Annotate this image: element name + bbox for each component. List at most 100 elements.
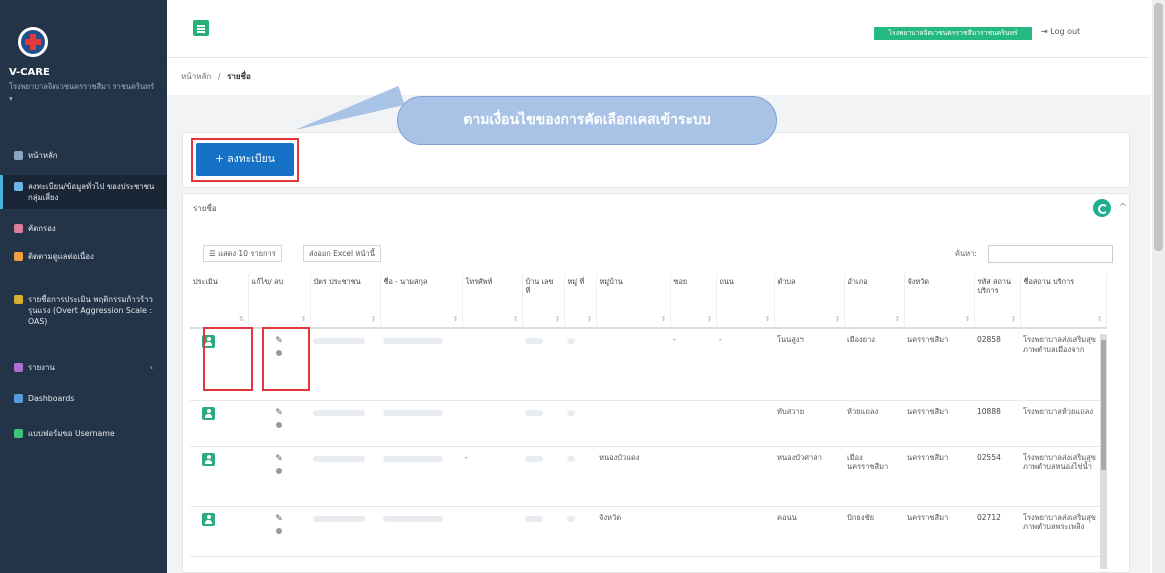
col-header[interactable]: ถนน ↕	[716, 273, 775, 329]
sidebar-item-label: รายงาน	[28, 363, 55, 372]
edit-icon[interactable]: ✎	[251, 407, 307, 419]
view-icon[interactable]	[276, 421, 282, 428]
col-header[interactable]: รหัส สถาน บริการ ↕	[974, 273, 1021, 329]
hospital-name[interactable]: โรงพยาบาลจิตเวชนครราชสีมา ราชนครินทร์ ▾	[9, 81, 159, 105]
oas-icon	[14, 295, 23, 304]
redacted-name	[383, 455, 443, 462]
col-header[interactable]: ชื่อสถาน บริการ ↕	[1020, 273, 1107, 329]
col-header[interactable]: ซอย ↕	[670, 273, 717, 329]
logout-link[interactable]: ⇥ Log out	[1041, 27, 1080, 36]
redacted-name	[383, 338, 443, 344]
village-cell	[596, 400, 670, 447]
export-excel-button[interactable]: ส่งออก Excel หน้านี้	[303, 245, 381, 262]
sidebar-item-reports[interactable]: รายงาน ‹	[0, 362, 167, 373]
amphoe-cell: เมืองนครราชสีมา	[844, 446, 904, 507]
breadcrumb-home[interactable]: หน้าหลัก	[181, 72, 211, 81]
show-entries-button[interactable]: ☰ แสดง 10 รายการ	[203, 245, 282, 262]
tambon-cell: โนนสูงฯ	[774, 328, 844, 401]
soi-cell	[670, 400, 716, 447]
moo-cell	[564, 506, 596, 557]
assess-cell	[190, 446, 248, 507]
search-label: ค้นหา:	[955, 249, 977, 258]
table-row: ✎ - หนองบัวแดง หนองบัวศาลา เมืองนครราชสีมา นค…	[190, 446, 1106, 507]
province-cell: นครราชสีมา	[904, 506, 974, 557]
redacted-moo	[567, 338, 575, 344]
list-card-title: รายชื่อ	[193, 204, 217, 213]
redacted-moo	[567, 455, 575, 462]
soi-cell: -	[670, 328, 716, 401]
redacted-moo	[567, 409, 575, 416]
fullname-cell	[380, 446, 462, 507]
table-scrollbar-thumb[interactable]	[1101, 340, 1106, 470]
edit-cell: ✎	[248, 446, 310, 507]
sidebar-item-followup[interactable]: ติดตามดูแลต่อเนื่อง	[0, 251, 167, 262]
soi-cell	[670, 446, 716, 507]
assess-column-highlight	[203, 327, 253, 391]
fullname-cell	[380, 506, 462, 557]
assess-cell	[190, 506, 248, 557]
edit-icon[interactable]: ✎	[251, 453, 307, 465]
sidebar-item-dashboards[interactable]: Dashboards	[0, 393, 167, 404]
col-header[interactable]: หมู่ ที่ ↕	[564, 273, 597, 329]
id-card-cell	[310, 400, 380, 447]
soi-cell	[670, 506, 716, 557]
col-header[interactable]: ประเมิน ⇅	[190, 273, 249, 329]
table-row: ✎ ทับสวาย ห้วยแถลง นครราชสีมา 10888 โรงพยาบาล…	[190, 400, 1106, 447]
col-header[interactable]: ชื่อ - นามสกุล ↕	[380, 273, 463, 329]
hospital-button[interactable]: โรงพยาบาลจิตเวชนครราชสีมาราชนครินทร์	[874, 27, 1032, 40]
edit-cell: ✎	[248, 400, 310, 447]
data-table: ประเมิน ⇅ แก้ไข/ ลบ ↕ บัตร ประชาชน ↕ ชื่อ -…	[190, 273, 1107, 557]
fullname-cell	[380, 400, 462, 447]
house-no-cell	[522, 506, 564, 557]
assess-cell	[190, 400, 248, 447]
edit-column-highlight	[262, 327, 310, 391]
register-highlight	[191, 138, 299, 182]
amphoe-cell: ห้วยแถลง	[844, 400, 904, 447]
col-header[interactable]: บ้าน เลข ที่ ↕	[522, 273, 565, 329]
village-cell	[596, 328, 670, 401]
col-header[interactable]: จังหวัด ↕	[904, 273, 975, 329]
province-cell: นครราชสีมา	[904, 400, 974, 447]
sidebar-item-screening[interactable]: คัดกรอง	[0, 223, 167, 234]
form-icon	[14, 429, 23, 438]
sidebar-item-label: หน้าหลัก	[28, 151, 58, 160]
redacted-id	[313, 515, 365, 522]
view-icon[interactable]	[276, 527, 282, 534]
collapse-icon[interactable]: ^	[1118, 201, 1127, 214]
view-icon[interactable]	[276, 467, 282, 474]
page-scrollbar-thumb[interactable]	[1154, 3, 1163, 251]
col-header[interactable]: แก้ไข/ ลบ ↕	[248, 273, 311, 329]
v-care-logo[interactable]	[18, 27, 48, 57]
tambon-cell: ทับสวาย	[774, 400, 844, 447]
assess-icon[interactable]	[202, 512, 215, 526]
phone-cell	[462, 506, 522, 557]
redacted-house-no	[525, 338, 543, 344]
search-input[interactable]	[988, 245, 1113, 263]
menu-toggle-button[interactable]	[193, 20, 209, 36]
road-cell	[716, 400, 774, 447]
moo-cell	[564, 446, 596, 507]
col-header[interactable]: อำเภอ ↕	[844, 273, 905, 329]
assess-icon[interactable]	[202, 406, 215, 420]
redacted-house-no	[525, 515, 543, 522]
sidebar-item-home[interactable]: หน้าหลัก	[0, 150, 167, 161]
sidebar-item-oas[interactable]: รายชื่อการประเมิน พฤติกรรมก้าวร้าวรุนแรง…	[0, 294, 160, 327]
col-header[interactable]: ตำบล ↕	[774, 273, 845, 329]
col-header[interactable]: โทรศัพท์ ↕	[462, 273, 523, 329]
refresh-icon[interactable]	[1093, 199, 1111, 217]
assess-icon[interactable]	[202, 452, 215, 466]
service-cell: โรงพยาบาลส่งเสริมสุขภาพตำบลเมืองจาก	[1020, 328, 1106, 401]
col-header[interactable]: บัตร ประชาชน ↕	[310, 273, 381, 329]
amphoe-cell: ปักธงชัย	[844, 506, 904, 557]
tambon-cell: หนองบัวศาลา	[774, 446, 844, 507]
edit-cell: ✎	[248, 506, 310, 557]
col-header[interactable]: หมู่บ้าน ↕	[596, 273, 671, 329]
redacted-id	[313, 409, 365, 416]
breadcrumb: หน้าหลัก / รายชื่อ	[181, 70, 251, 83]
breadcrumb-separator: /	[217, 72, 221, 81]
sidebar-item-username-form[interactable]: แบบฟอร์มขอ Username	[0, 428, 167, 439]
sidebar-item-register[interactable]: ลงทะเบียน/ข้อมูลทั่วไป ของประชาชนกลุ่มเส…	[0, 175, 167, 209]
id-card-cell	[310, 506, 380, 557]
moo-cell	[564, 328, 596, 401]
edit-icon[interactable]: ✎	[251, 513, 307, 525]
